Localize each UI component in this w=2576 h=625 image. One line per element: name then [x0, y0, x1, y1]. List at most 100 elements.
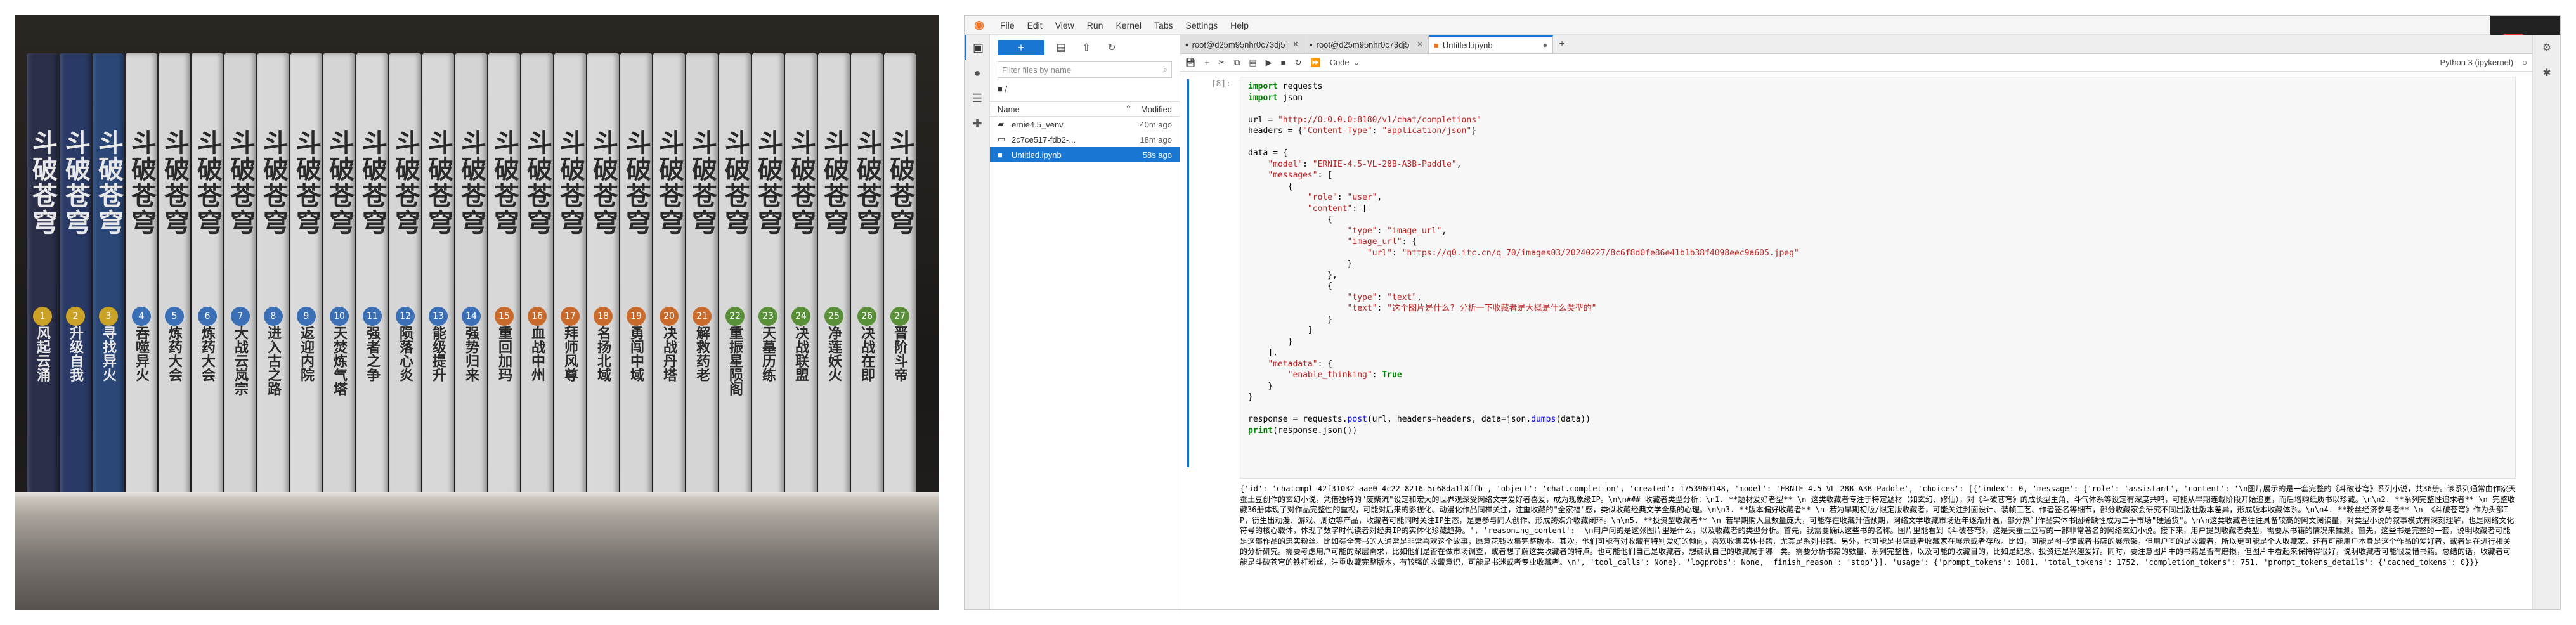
book-title: 斗破苍穹 — [259, 129, 289, 236]
tab-notebook[interactable]: ■ Untitled.ipynb ● — [1429, 35, 1553, 53]
book-spine: 斗破苍穹 20 决战丹塔 — [653, 53, 685, 497]
volume-number: 23 — [758, 307, 777, 326]
file-filter-placeholder: Filter files by name — [1002, 65, 1072, 75]
right-sidebar: ⚙ ✱ — [2532, 35, 2560, 609]
kernel-name[interactable]: Python 3 (ipykernel) — [2440, 58, 2514, 67]
sort-icon[interactable]: ⌃ — [1125, 104, 1132, 114]
stop-icon[interactable]: ■ — [1281, 58, 1286, 67]
book-spine: 斗破苍穹 14 强势归来 — [455, 53, 487, 497]
volume-number: 15 — [495, 307, 514, 326]
book-title: 斗破苍穹 — [753, 129, 783, 236]
book-title: 斗破苍穹 — [490, 129, 519, 236]
add-tab-icon[interactable]: + — [1553, 35, 1571, 53]
notebook-icon: ■ — [998, 150, 1003, 160]
volume-subtitle: 能级提升 — [430, 326, 446, 382]
property-inspector-icon[interactable]: ⚙ — [2533, 35, 2560, 60]
new-folder-icon[interactable]: ▤ — [1052, 41, 1070, 54]
volume-number: 25 — [824, 307, 843, 326]
column-modified[interactable]: Modified — [1141, 105, 1172, 114]
volume-number: 24 — [791, 307, 810, 326]
debugger-icon[interactable]: ✱ — [2533, 60, 2560, 86]
refresh-icon[interactable]: ↻ — [1103, 41, 1121, 54]
code-editor[interactable]: import requests import json url = "http:… — [1240, 77, 2516, 479]
book-title: 斗破苍穹 — [654, 129, 684, 236]
volume-subtitle: 升级自我 — [67, 326, 84, 382]
book-title: 斗破苍穹 — [885, 129, 915, 236]
breadcrumb[interactable]: ■ / — [998, 84, 1172, 94]
run-all-icon[interactable]: ⏩ — [1310, 58, 1320, 68]
volume-subtitle: 寻找异火 — [100, 326, 117, 382]
book-spine: 斗破苍穹 9 返迎内院 — [290, 53, 322, 497]
file-list-header: Name ⌃ Modified — [990, 101, 1180, 117]
shelf — [15, 497, 939, 610]
book-spine: 斗破苍穹 10 天焚炼气塔 — [323, 53, 355, 497]
column-name[interactable]: Name — [998, 105, 1125, 114]
running-icon[interactable]: ● — [965, 60, 990, 86]
extension-icon[interactable]: ✚ — [965, 111, 990, 136]
volume-number: 12 — [396, 307, 415, 326]
new-launcher-button[interactable]: + — [998, 40, 1044, 55]
book-spine: 斗破苍穹 21 解救药老 — [686, 53, 718, 497]
volume-number: 11 — [363, 307, 382, 326]
volume-number: 4 — [132, 307, 151, 326]
menu-settings[interactable]: Settings — [1180, 20, 1225, 30]
commands-icon[interactable]: ☰ — [965, 86, 990, 111]
tab-terminal-1[interactable]: ▪ root@d25m95nhr0c73dj5 ✕ — [1180, 35, 1304, 53]
book-spine: 斗破苍穹 2 升级自我 — [60, 53, 91, 497]
volume-subtitle: 拜师风尊 — [562, 326, 578, 382]
volume-subtitle: 重回加玛 — [496, 326, 512, 382]
book-spine: 斗破苍穹 13 能级提升 — [422, 53, 454, 497]
insert-cell-icon[interactable]: + — [1205, 58, 1210, 67]
file-filter-input[interactable]: Filter files by name ⌕ — [998, 61, 1172, 78]
file-row[interactable]: ▭ 2c7ce517-fdb2-... 18m ago — [990, 132, 1180, 147]
unsaved-dot-icon[interactable]: ● — [1543, 41, 1547, 49]
file-row[interactable]: ■ Untitled.ipynb 58s ago — [990, 147, 1180, 162]
book-title: 斗破苍穹 — [457, 129, 486, 236]
volume-subtitle: 返迎内院 — [298, 326, 315, 382]
book-spine: 斗破苍穹 7 大战云岚宗 — [224, 53, 256, 497]
book-title: 斗破苍穹 — [127, 129, 157, 236]
menu-help[interactable]: Help — [1224, 20, 1255, 30]
volume-subtitle: 风起云涌 — [34, 326, 51, 382]
book-spine: 斗破苍穹 11 强者之争 — [356, 53, 388, 497]
volume-subtitle: 名扬北域 — [595, 326, 611, 382]
folder-icon[interactable]: ▣ — [965, 35, 990, 60]
copy-icon[interactable]: ⧉ — [1234, 58, 1240, 68]
cell-type-select[interactable]: Code ⌄ — [1330, 58, 1360, 68]
book-title: 斗破苍穹 — [424, 129, 453, 236]
volume-number: 1 — [33, 307, 52, 326]
save-icon[interactable]: 💾︎ — [1185, 58, 1196, 68]
volume-subtitle: 大战云岚宗 — [232, 326, 249, 396]
menu-edit[interactable]: Edit — [1021, 20, 1049, 30]
restart-icon[interactable]: ↻ — [1294, 58, 1301, 68]
volume-number: 6 — [198, 307, 217, 326]
menu-tabs[interactable]: Tabs — [1148, 20, 1180, 30]
volume-number: 22 — [725, 307, 745, 326]
jupyter-logo-icon: ◉ — [974, 18, 984, 31]
cut-icon[interactable]: ✂ — [1218, 58, 1225, 68]
file-browser: + ▤ ⇧ ↻ Filter files by name ⌕ ■ / Name … — [990, 35, 1180, 609]
menu-run[interactable]: Run — [1081, 20, 1110, 30]
book-title: 斗破苍穹 — [292, 129, 322, 236]
run-icon[interactable]: ▶ — [1266, 58, 1272, 68]
upload-icon[interactable]: ⇧ — [1077, 41, 1095, 54]
book-title: 斗破苍穹 — [621, 129, 651, 236]
close-icon[interactable]: ✕ — [1292, 40, 1299, 49]
book-spine: 斗破苍穹 3 寻找异火 — [93, 53, 124, 497]
tab-terminal-2[interactable]: ▪ root@d25m95nhr0c73dj5 ✕ — [1304, 35, 1429, 53]
file-row[interactable]: ▰ ernie4.5_venv 40m ago — [990, 117, 1180, 132]
menu-file[interactable]: File — [994, 20, 1021, 30]
main-area: ▪ root@d25m95nhr0c73dj5 ✕ ▪ root@d25m95n… — [1180, 35, 2532, 609]
volume-number: 18 — [594, 307, 613, 326]
volume-number: 5 — [165, 307, 184, 326]
close-icon[interactable]: ✕ — [1417, 40, 1423, 49]
paste-icon[interactable]: ▤ — [1249, 58, 1256, 68]
kernel-status-icon: ○ — [2522, 58, 2527, 67]
menu-kernel[interactable]: Kernel — [1109, 20, 1147, 30]
volume-subtitle: 解救药老 — [694, 326, 710, 382]
menu-view[interactable]: View — [1049, 20, 1081, 30]
book-title: 斗破苍穹 — [391, 129, 420, 236]
volume-number: 20 — [660, 307, 679, 326]
active-cell-indicator — [1187, 79, 1189, 467]
book-spine: 斗破苍穹 26 决战在即 — [851, 53, 883, 497]
